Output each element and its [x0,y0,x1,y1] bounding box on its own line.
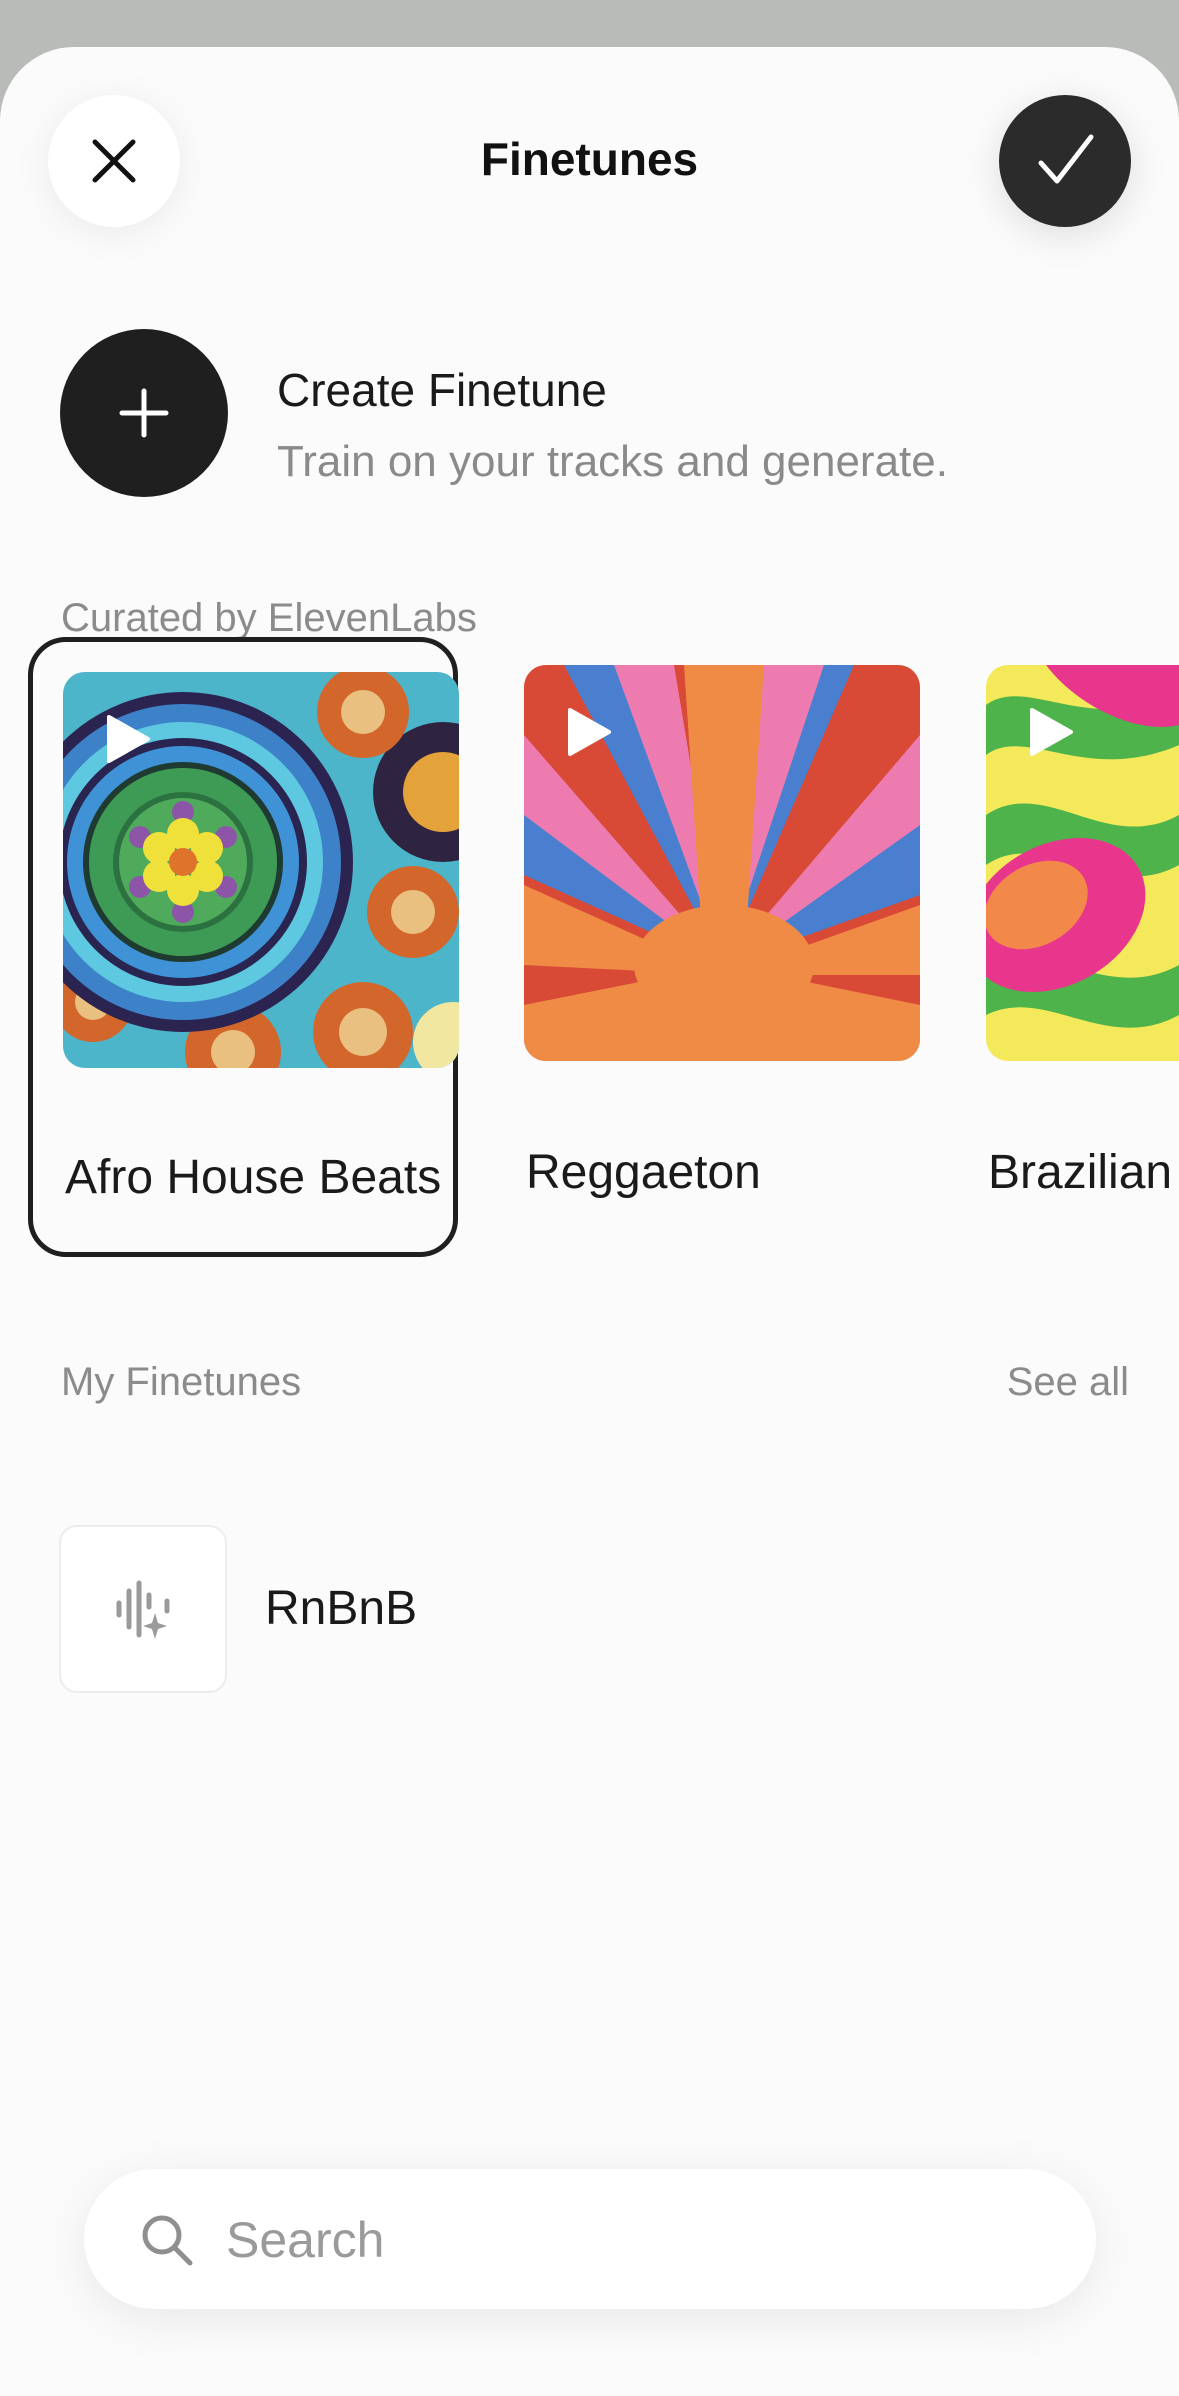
my-finetune-thumbnail [59,1525,227,1693]
create-finetune-button[interactable] [60,329,228,497]
search-bar[interactable] [84,2169,1096,2309]
confirm-button[interactable] [999,95,1131,227]
curated-card-afro-house-beats[interactable]: Afro House Beats [28,637,459,1257]
my-finetune-item[interactable]: RnBnB [59,1525,759,1695]
my-finetunes-label: My Finetunes [61,1360,302,1404]
my-finetune-label: RnBnB [265,1582,418,1635]
curated-section-label: Curated by ElevenLabs [61,596,477,640]
curated-card-brazilian[interactable]: Brazilian [958,637,1179,1257]
create-finetune-title: Create Finetune [277,364,607,416]
search-icon [142,2215,193,2266]
create-finetune-subtitle: Train on your tracks and generate. [277,437,948,486]
curated-card-label: Reggaeton [526,1146,761,1199]
checkmark-icon [1038,134,1094,184]
finetunes-sheet: Finetunes Create Finetune Train on your … [0,47,1179,2396]
play-icon [568,708,611,756]
curated-card-label: Afro House Beats [65,1151,442,1204]
waveform-sparkle-icon [116,1580,170,1639]
plus-icon [119,388,169,438]
curated-card-reggaeton[interactable]: Reggaeton [496,637,926,1257]
afro-house-beats-artwork [63,672,459,1068]
play-icon [107,715,150,763]
curated-card-label: Brazilian [988,1146,1173,1199]
search-input[interactable] [224,2199,1048,2281]
brazilian-artwork [986,665,1179,1061]
reggaeton-artwork [524,665,920,1061]
see-all-link[interactable]: See all [1007,1357,1129,1407]
create-finetune-row[interactable]: Create Finetune Train on your tracks and… [60,329,1120,499]
play-icon [1030,708,1073,756]
